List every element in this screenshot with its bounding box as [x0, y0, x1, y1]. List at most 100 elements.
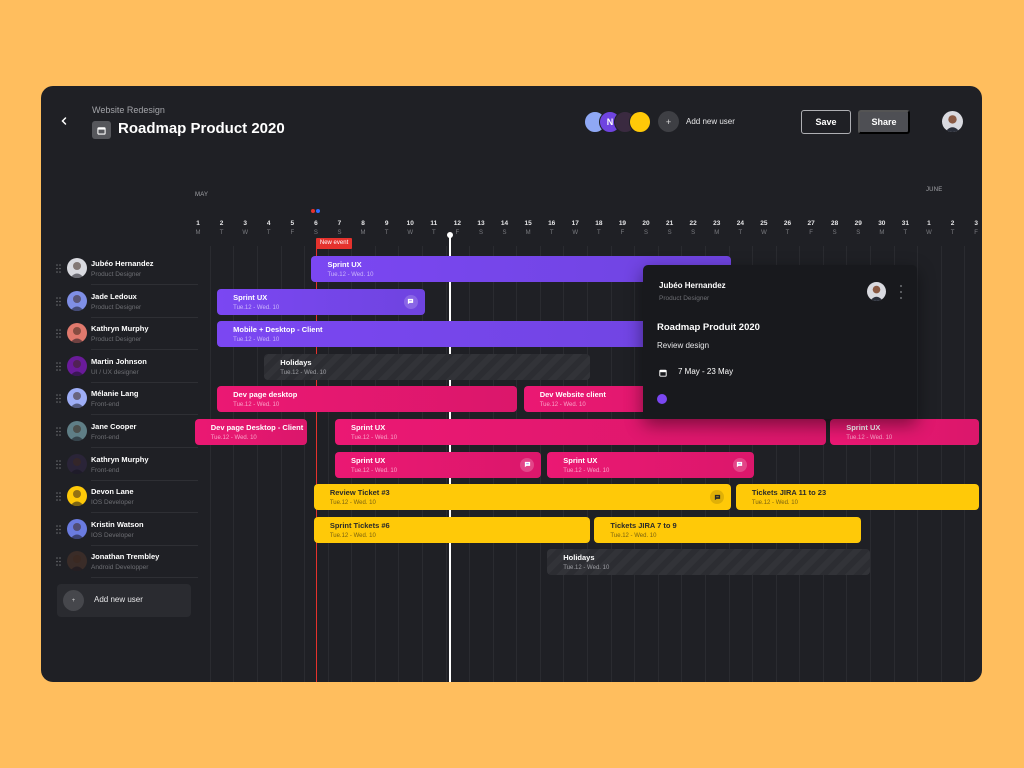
- task-bar[interactable]: Dev page desktopTue.12 - Wed. 10: [217, 386, 516, 412]
- task-bar[interactable]: HolidaysTue.12 - Wed. 10: [547, 549, 870, 575]
- day-column-header[interactable]: 19F: [612, 220, 632, 236]
- task-bar[interactable]: Dev page Desktop - ClientTue.12 - Wed. 1…: [195, 419, 307, 445]
- day-of-week: S: [683, 230, 703, 236]
- save-button[interactable]: Save: [801, 110, 851, 134]
- drag-handle-icon[interactable]: [56, 492, 61, 501]
- task-title: Holidays: [563, 553, 870, 562]
- back-chevron-icon[interactable]: [59, 114, 73, 128]
- day-column-header[interactable]: 2T: [943, 220, 963, 236]
- day-column-header[interactable]: 23M: [707, 220, 727, 236]
- day-column-header[interactable]: 7S: [329, 220, 349, 236]
- current-time-handle[interactable]: [447, 232, 453, 238]
- share-button[interactable]: Share: [858, 110, 910, 134]
- add-user-button[interactable]: +: [658, 111, 679, 132]
- task-bar[interactable]: Sprint UXTue.12 - Wed. 10: [547, 452, 753, 478]
- person-row[interactable]: Kathryn MurphyFront-end: [53, 449, 198, 481]
- drag-handle-icon[interactable]: [56, 329, 61, 338]
- person-row[interactable]: Kathryn MurphyProduct Designer: [53, 318, 198, 350]
- task-bar[interactable]: Sprint UXTue.12 - Wed. 10: [830, 419, 979, 445]
- drag-handle-icon[interactable]: [56, 557, 61, 566]
- day-number: 19: [612, 220, 632, 227]
- day-column-header[interactable]: 20S: [636, 220, 656, 236]
- task-bar[interactable]: Sprint UXTue.12 - Wed. 10: [335, 452, 541, 478]
- day-column-header[interactable]: 9T: [377, 220, 397, 236]
- task-dates: Tue.12 - Wed. 10: [563, 468, 753, 474]
- person-row[interactable]: Jubéo HernandezProduct Designer: [53, 253, 198, 285]
- more-options-icon[interactable]: [898, 285, 904, 299]
- day-column-header[interactable]: 4T: [259, 220, 279, 236]
- popover-color-swatch[interactable]: [657, 394, 667, 404]
- day-of-week: S: [636, 230, 656, 236]
- day-of-week: T: [730, 230, 750, 236]
- task-dates: Tue.12 - Wed. 10: [610, 533, 860, 539]
- day-column-header[interactable]: 1M: [188, 220, 208, 236]
- day-column-header[interactable]: 8M: [353, 220, 373, 236]
- comment-icon[interactable]: [404, 295, 418, 309]
- drag-handle-icon[interactable]: [56, 525, 61, 534]
- new-event-label[interactable]: New event: [316, 238, 352, 249]
- task-bar[interactable]: HolidaysTue.12 - Wed. 10: [264, 354, 589, 380]
- task-bar[interactable]: Sprint UXTue.12 - Wed. 10: [335, 419, 825, 445]
- day-column-header[interactable]: 13S: [471, 220, 491, 236]
- person-row[interactable]: Devon LaneIOS Developer: [53, 481, 198, 513]
- day-column-header[interactable]: 14S: [495, 220, 515, 236]
- task-bar[interactable]: Review Ticket #3Tue.12 - Wed. 10: [314, 484, 731, 510]
- day-column-header[interactable]: 30M: [872, 220, 892, 236]
- person-row[interactable]: Martin JohnsonUI / UX designer: [53, 351, 198, 383]
- day-column-header[interactable]: 27F: [801, 220, 821, 236]
- person-row[interactable]: Jane CooperFront-end: [53, 416, 198, 448]
- day-column-header[interactable]: 17W: [565, 220, 585, 236]
- task-bar[interactable]: Sprint Tickets #6Tue.12 - Wed. 10: [314, 517, 590, 543]
- drag-handle-icon[interactable]: [56, 264, 61, 273]
- breadcrumb[interactable]: Website Redesign: [92, 105, 165, 115]
- comment-icon[interactable]: [733, 458, 747, 472]
- drag-handle-icon[interactable]: [56, 394, 61, 403]
- day-of-week: W: [754, 230, 774, 236]
- person-row[interactable]: Kristin WatsonIOS Developer: [53, 514, 198, 546]
- comment-icon[interactable]: [520, 458, 534, 472]
- drag-handle-icon[interactable]: [56, 297, 61, 306]
- day-column-header[interactable]: 21S: [660, 220, 680, 236]
- add-new-user-link[interactable]: Add new user: [686, 117, 735, 126]
- task-bar[interactable]: Tickets JIRA 7 to 9Tue.12 - Wed. 10: [594, 517, 860, 543]
- drag-handle-icon[interactable]: [56, 362, 61, 371]
- collaborator-avatar[interactable]: [629, 111, 651, 133]
- person-row[interactable]: Mélanie LangFront-end: [53, 383, 198, 415]
- day-column-header[interactable]: 22 S: [683, 220, 703, 236]
- day-column-header[interactable]: 28S: [825, 220, 845, 236]
- task-dates: Tue.12 - Wed. 10: [211, 435, 307, 441]
- day-number: 6: [306, 220, 326, 227]
- day-column-header[interactable]: 26T: [778, 220, 798, 236]
- day-column-header[interactable]: 3W: [235, 220, 255, 236]
- day-column-header[interactable]: 2T: [212, 220, 232, 236]
- drag-handle-icon[interactable]: [56, 460, 61, 469]
- current-user-avatar[interactable]: [942, 111, 963, 132]
- day-column-header[interactable]: 16T: [542, 220, 562, 236]
- day-column-header[interactable]: 3F: [966, 220, 982, 236]
- day-of-week: T: [943, 230, 963, 236]
- day-column-header[interactable]: 6S: [306, 220, 326, 236]
- task-bar[interactable]: Tickets JIRA 11 to 23Tue.12 - Wed. 10: [736, 484, 979, 510]
- popover-person-name: Jubéo Hernandez: [659, 281, 726, 290]
- day-number: 22: [683, 220, 703, 227]
- person-row[interactable]: Jonathan TrembleyAndroid Developper: [53, 546, 198, 578]
- day-column-header[interactable]: 24T: [730, 220, 750, 236]
- day-column-header[interactable]: 1W: [919, 220, 939, 236]
- task-bar[interactable]: Sprint UXTue.12 - Wed. 10: [217, 289, 425, 315]
- day-of-week: T: [589, 230, 609, 236]
- drag-handle-icon[interactable]: [56, 427, 61, 436]
- event-dot[interactable]: [311, 209, 315, 213]
- person-name: Jubéo Hernandez: [91, 259, 154, 268]
- collaborator-avatars[interactable]: N: [584, 111, 644, 133]
- person-row[interactable]: Jade LedouxProduct Designer: [53, 286, 198, 318]
- day-column-header[interactable]: 31T: [895, 220, 915, 236]
- day-column-header[interactable]: 25W: [754, 220, 774, 236]
- day-column-header[interactable]: 11T: [424, 220, 444, 236]
- day-column-header[interactable]: 15M: [518, 220, 538, 236]
- event-dot[interactable]: [316, 209, 320, 213]
- day-column-header[interactable]: 18T: [589, 220, 609, 236]
- day-column-header[interactable]: 10W: [400, 220, 420, 236]
- day-column-header[interactable]: 29S: [848, 220, 868, 236]
- add-user-card[interactable]: + Add new user: [57, 584, 191, 617]
- day-column-header[interactable]: 5F: [282, 220, 302, 236]
